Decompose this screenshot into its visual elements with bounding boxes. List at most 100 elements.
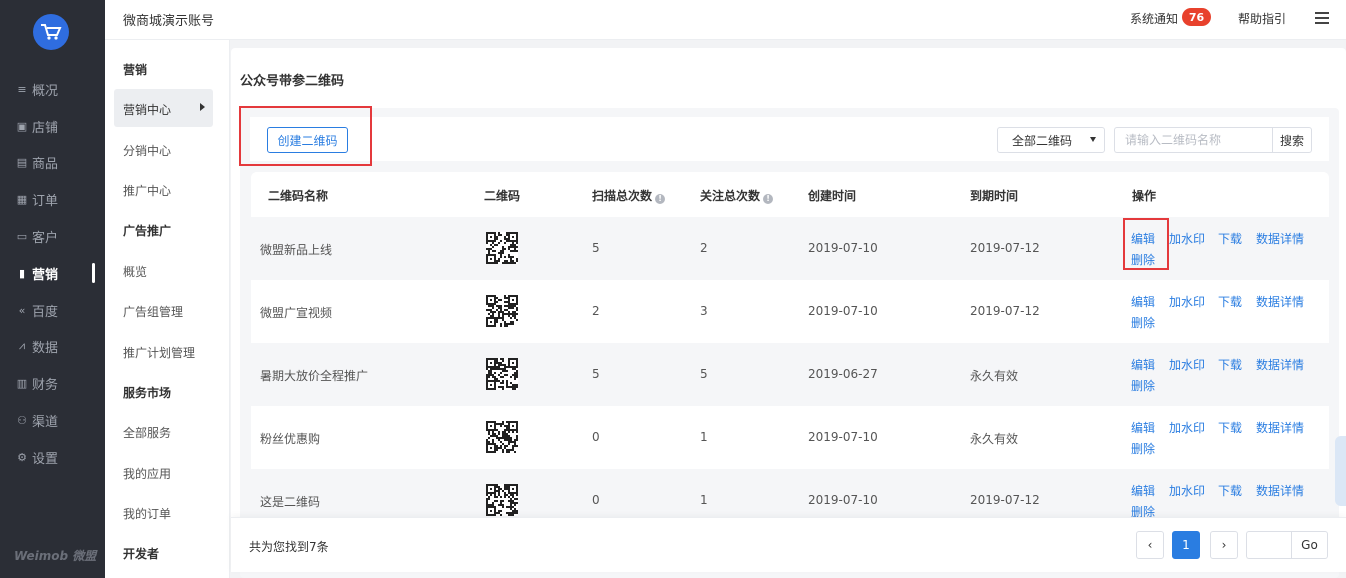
qrcode-image[interactable] (486, 484, 518, 516)
nav-item-data[interactable]: ⩘ 数据 (16, 336, 58, 356)
nav-item-baidu[interactable]: «百度 (16, 300, 58, 320)
table-row: 暑期大放价全程推广 5 5 2019-06-27 永久有效 编辑 加水印 下载 数据详情删除 (251, 343, 1329, 406)
nav-item-finance[interactable]: ▥ 财务 (16, 373, 58, 393)
finance-icon: ▥ (16, 376, 28, 390)
edit-action-link[interactable]: 编辑 (1131, 419, 1155, 436)
qrcode-filter-select[interactable]: 全部二维码 (997, 127, 1105, 153)
next-page-button[interactable]: › (1210, 531, 1238, 559)
detail-action-link[interactable]: 数据详情 (1256, 230, 1304, 247)
expire-date-cell: 永久有效 (970, 432, 1019, 446)
page-jump-input[interactable] (1246, 531, 1292, 559)
download-action-link[interactable]: 下载 (1218, 230, 1242, 247)
submenu-item-marketing-center[interactable]: 营销中心 (123, 101, 171, 118)
page-go-button[interactable]: Go (1291, 531, 1328, 559)
watermark-action-link[interactable]: 加水印 (1169, 482, 1205, 499)
prev-page-button[interactable]: ‹ (1136, 531, 1164, 559)
submenu-item-ads-overview[interactable]: 概览 (123, 263, 147, 280)
expire-date-cell: 2019-07-12 (970, 241, 1040, 255)
highlight-box (1123, 218, 1169, 270)
submenu-item-my-apps[interactable]: 我的应用 (123, 465, 171, 482)
chevron-right-icon: › (1221, 538, 1227, 552)
delete-action-link[interactable]: 删除 (1131, 440, 1155, 457)
page-button-current[interactable]: 1 (1172, 531, 1200, 559)
detail-action-link[interactable]: 数据详情 (1256, 293, 1304, 310)
detail-action-link[interactable]: 数据详情 (1256, 419, 1304, 436)
qrcode-search-input[interactable] (1114, 127, 1273, 153)
app-logo[interactable] (33, 14, 69, 50)
submenu-item-all-services[interactable]: 全部服务 (123, 424, 171, 441)
submenu-item-my-orders[interactable]: 我的订单 (123, 505, 171, 522)
data-icon: ⩘ (18, 339, 26, 352)
delete-action-link[interactable]: 删除 (1131, 377, 1155, 394)
qrcode-name-cell: 微盟广宣视频 (260, 306, 333, 320)
col-created-header: 创建时间 (808, 189, 857, 203)
nav-item-goods[interactable]: ▤ 商品 (16, 152, 58, 172)
side-float-tab[interactable] (1335, 436, 1346, 506)
nav-item-store[interactable]: ▣ 店铺 (16, 116, 58, 136)
download-action-link[interactable]: 下载 (1218, 293, 1242, 310)
help-guide-link[interactable]: 帮助指引 (1238, 10, 1286, 27)
edit-action-link[interactable]: 编辑 (1131, 356, 1155, 373)
sub-menu: 营销 营销中心 分销中心 推广中心 广告推广 概览 广告组管理 推广计划管理 服… (105, 0, 230, 578)
table-footer: 共为您找到7条 ‹ 1 › Go (231, 517, 1346, 572)
col-scans-header: 扫描总次数! (592, 187, 666, 204)
watermark-action-link[interactable]: 加水印 (1169, 230, 1205, 247)
search-button[interactable]: 搜索 (1272, 127, 1312, 153)
channel-icon: ⚇ (17, 413, 27, 427)
submenu-item-adgroup[interactable]: 广告组管理 (123, 303, 183, 320)
follow-count-cell: 5 (700, 367, 708, 381)
download-action-link[interactable]: 下载 (1218, 356, 1242, 373)
nav-item-overview[interactable]: ≡ 概况 (16, 79, 58, 99)
watermark-action-link[interactable]: 加水印 (1169, 356, 1205, 373)
submenu-item-promotion[interactable]: 推广中心 (123, 182, 171, 199)
submenu-item-distribution[interactable]: 分销中心 (123, 142, 171, 159)
edit-action-link[interactable]: 编辑 (1131, 293, 1155, 310)
download-action-link[interactable]: 下载 (1218, 482, 1242, 499)
qrcode-name-cell: 暑期大放价全程推广 (260, 369, 369, 383)
watermark-action-link[interactable]: 加水印 (1169, 293, 1205, 310)
overview-icon: ≡ (17, 82, 27, 96)
created-date-cell: 2019-07-10 (808, 304, 878, 318)
marketing-icon: ▮ (18, 266, 26, 280)
submenu-group-developer: 开发者 (123, 547, 160, 561)
follow-count-cell: 2 (700, 241, 708, 255)
expire-date-cell: 永久有效 (970, 369, 1019, 383)
detail-action-link[interactable]: 数据详情 (1256, 482, 1304, 499)
hamburger-menu-icon[interactable] (1315, 12, 1329, 25)
qrcode-image[interactable] (486, 232, 518, 264)
active-nav-marker (92, 263, 95, 283)
download-action-link[interactable]: 下载 (1218, 419, 1242, 436)
qrcode-image[interactable] (486, 421, 518, 453)
result-count: 共为您找到7条 (249, 540, 329, 554)
notice-count-badge[interactable]: 76 (1182, 8, 1211, 26)
submenu-item-plan[interactable]: 推广计划管理 (123, 344, 195, 361)
follow-count-cell: 1 (700, 430, 708, 444)
highlight-box (239, 106, 372, 166)
info-icon[interactable]: ! (655, 194, 666, 204)
nav-item-settings[interactable]: ⚙ 设置 (16, 447, 58, 467)
qrcode-image[interactable] (486, 295, 518, 327)
created-date-cell: 2019-06-27 (808, 367, 878, 381)
col-name-header: 二维码名称 (268, 189, 329, 203)
detail-action-link[interactable]: 数据详情 (1256, 356, 1304, 373)
delete-action-link[interactable]: 删除 (1131, 314, 1155, 331)
scan-count-cell: 5 (592, 367, 600, 381)
system-notice-link[interactable]: 系统通知 (1130, 10, 1178, 27)
table-row: 微盟广宣视频 2 3 2019-07-10 2019-07-12 编辑 加水印 下载 数据详情删… (251, 280, 1329, 343)
shop-name: 微商城演示账号 (123, 14, 215, 29)
goods-icon: ▤ (16, 155, 28, 169)
settings-icon: ⚙ (17, 450, 27, 464)
nav-item-order[interactable]: ▦ 订单 (16, 189, 58, 209)
nav-item-customer[interactable]: ▭ 客户 (16, 226, 58, 246)
table-row: 粉丝优惠购 0 1 2019-07-10 永久有效 编辑 加水印 下载 数据详情 删除 (251, 406, 1329, 469)
page-title: 公众号带参二维码 (240, 74, 345, 89)
watermark-action-link[interactable]: 加水印 (1169, 419, 1205, 436)
nav-item-marketing[interactable]: ▮ 营销 (16, 263, 58, 283)
submenu-group-market: 服务市场 (123, 386, 172, 400)
order-icon: ▦ (16, 192, 28, 206)
info-icon[interactable]: ! (763, 194, 774, 204)
nav-item-channel[interactable]: ⚇ 渠道 (16, 410, 58, 430)
qrcode-image[interactable] (486, 358, 518, 390)
created-date-cell: 2019-07-10 (808, 241, 878, 255)
edit-action-link[interactable]: 编辑 (1131, 482, 1155, 499)
